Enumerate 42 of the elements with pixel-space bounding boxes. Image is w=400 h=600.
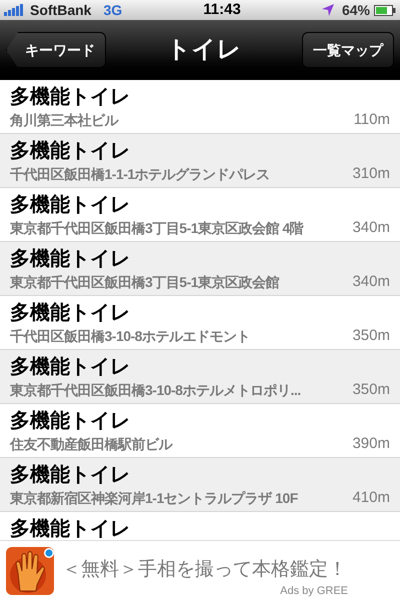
row-distance: 350m xyxy=(352,326,390,346)
row-title: 多機能トイレ xyxy=(10,139,130,164)
row-address: 東京都千代田区飯田橋3丁目5-1東京区政会館 4階 xyxy=(10,219,304,238)
row-distance: 340m xyxy=(352,218,390,238)
row-title: 多機能トイレ xyxy=(10,247,130,272)
list-row[interactable]: 多機能トイレ 東京都新宿区神楽河岸1-1セントラルプラザ 10F 410m xyxy=(0,458,400,512)
row-address: 角川第三本社ビル xyxy=(10,111,118,130)
row-address: 千代田区飯田橋1-1-1ホテルグランドパレス xyxy=(10,165,270,184)
row-distance: 350m xyxy=(352,380,390,400)
battery-percentage: 64% xyxy=(342,0,370,20)
row-title: 多機能トイレ xyxy=(10,517,130,540)
row-title: 多機能トイレ xyxy=(10,85,130,110)
row-title: 多機能トイレ xyxy=(10,193,130,218)
list-row[interactable]: 多機能トイレ 東京都千代田区飯田橋3丁目5-1東京区政会館 340m xyxy=(0,242,400,296)
row-address: 住友不動産飯田橋駅前ビル xyxy=(10,435,172,454)
battery-icon xyxy=(374,4,396,16)
ad-credit: Ads by GREE xyxy=(280,584,348,598)
network-type: 3G xyxy=(103,0,122,20)
list-row[interactable]: 多機能トイレ 東京都千代田区飯田橋3-10-8ホテルメトロポリ... 350m xyxy=(0,350,400,404)
row-distance: 110m xyxy=(354,110,390,130)
row-title: 多機能トイレ xyxy=(10,301,130,326)
row-title: 多機能トイレ xyxy=(10,463,130,488)
row-title: 多機能トイレ xyxy=(10,355,130,380)
list-row[interactable]: 多機能トイレ 千代田区飯田橋1-1-1ホテルグランドパレス 310m xyxy=(0,134,400,188)
row-address: 東京都千代田区飯田橋3丁目5-1東京区政会館 xyxy=(10,273,280,292)
clock: 11:43 xyxy=(203,0,241,20)
carrier-name: SoftBank xyxy=(30,0,92,20)
row-address: 千代田区飯田橋3-10-8ホテルエドモント xyxy=(10,327,250,346)
back-button[interactable]: キーワード xyxy=(6,32,106,68)
row-distance: 340m xyxy=(352,272,390,292)
location-arrow-icon xyxy=(322,4,334,16)
row-address: 東京都新宿区神楽河岸1-1セントラルプラザ 10F xyxy=(10,489,298,508)
row-title: 多機能トイレ xyxy=(10,409,130,434)
row-address: 東京都千代田区飯田橋3-10-8ホテルメトロポリ... xyxy=(10,381,301,400)
row-distance: 310m xyxy=(352,164,390,184)
row-distance: 410m xyxy=(352,488,390,508)
list-map-button[interactable]: 一覧マップ xyxy=(302,32,394,68)
screen-title: トイレ xyxy=(166,35,242,65)
signal-icon xyxy=(4,4,26,16)
hand-app-icon xyxy=(6,546,54,594)
ad-text[interactable]: ＜無料＞手相を撮って本格鑑定！ xyxy=(62,556,347,585)
row-distance: 390m xyxy=(352,434,390,454)
